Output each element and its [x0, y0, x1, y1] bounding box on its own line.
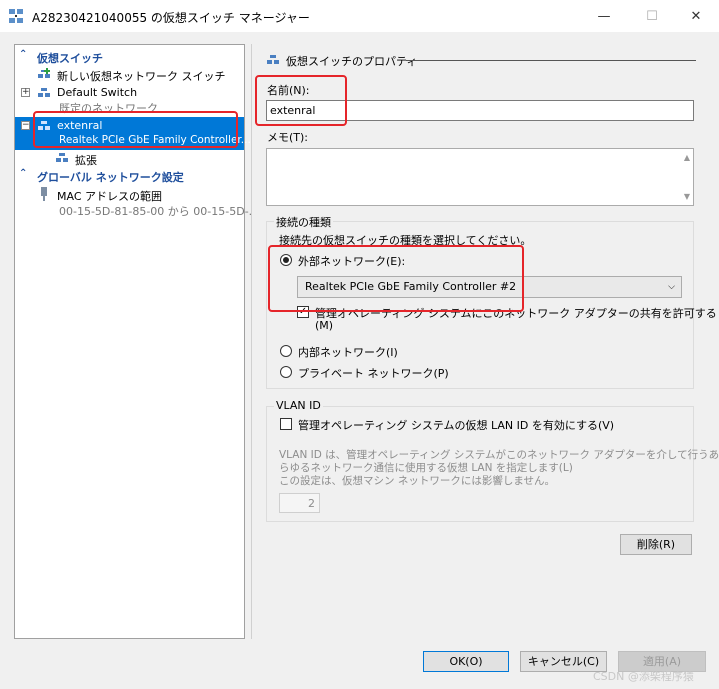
delete-button[interactable]: 削除(R): [620, 534, 692, 555]
allow-management-label-mnemonic: (M): [315, 319, 334, 332]
external-network-radio[interactable]: [280, 254, 292, 266]
vlan-id-input[interactable]: 2: [279, 493, 320, 513]
chevron-down-icon: ⌵: [668, 282, 675, 292]
tree-item-label: extenral: [57, 119, 103, 132]
tree-item-external-switch[interactable]: − extenral Realtek PCIe GbE Family Contr…: [15, 117, 251, 150]
allow-management-checkbox[interactable]: ✓: [297, 306, 309, 318]
section-label: 仮想スイッチ: [37, 52, 103, 65]
memo-label: メモ(T):: [267, 131, 309, 144]
switch-icon: [38, 88, 50, 97]
connection-type-label: 接続の種類: [274, 214, 333, 230]
header-divider: [406, 60, 696, 61]
tree-item-sublabel: 既定のネットワーク: [59, 102, 158, 115]
network-adapter-icon: [41, 187, 47, 201]
adapter-selected-value: Realtek PCIe GbE Family Controller #2: [305, 280, 517, 293]
tree-item-label: MAC アドレスの範囲: [57, 190, 162, 203]
tree-item-sublabel: 00-15-5D-81-85-00 から 00-15-5D-...: [59, 205, 260, 218]
vlan-group-label: VLAN ID: [274, 399, 323, 412]
properties-pane: 仮想スイッチのプロパティ 名前(N): メモ(T): ▲ ▼ 接続の種類 接続先…: [251, 44, 719, 639]
external-network-label: 外部ネットワーク(E):: [298, 255, 406, 268]
private-network-label: プライベート ネットワーク(P): [298, 367, 449, 380]
switch-icon: [56, 153, 68, 162]
expand-plus-icon[interactable]: +: [21, 88, 30, 97]
tree-item-new-switch[interactable]: 新しい仮想ネットワーク スイッチ: [15, 67, 244, 83]
allow-management-label: 管理オペレーティング システムにこのネットワーク アダプターの共有を許可する: [315, 307, 717, 320]
vlan-enable-label: 管理オペレーティング システムの仮想 LAN ID を有効にする(V): [298, 419, 615, 432]
section-virtual-switches[interactable]: ⌃ 仮想スイッチ: [15, 49, 244, 65]
close-button[interactable]: ✕: [673, 0, 719, 32]
scroll-down-icon[interactable]: ▼: [684, 192, 690, 201]
vlan-description-line3: この設定は、仮想マシン ネットワークには影響しません。: [279, 475, 556, 487]
tree-item-extensions[interactable]: 拡張: [15, 150, 244, 167]
switch-icon: [38, 121, 50, 130]
new-switch-icon: [38, 68, 50, 78]
tree-item-label: 新しい仮想ネットワーク スイッチ: [57, 70, 226, 83]
vlan-enable-checkbox[interactable]: [280, 418, 292, 430]
collapse-chevron-icon[interactable]: ⌃: [19, 168, 27, 179]
scroll-up-icon[interactable]: ▲: [684, 153, 690, 162]
tree-item-default-switch[interactable]: + Default Switch 既定のネットワーク: [15, 85, 244, 115]
tree-item-sublabel: Realtek PCIe GbE Family Controller...: [59, 134, 251, 146]
memo-textarea[interactable]: ▲ ▼: [266, 148, 694, 206]
name-input[interactable]: [266, 100, 694, 121]
section-label: グローバル ネットワーク設定: [37, 171, 184, 184]
tree-item-label: Default Switch: [57, 86, 138, 99]
watermark: CSDN @添柴程序猿: [593, 670, 694, 683]
collapse-minus-icon[interactable]: −: [21, 121, 30, 130]
properties-header: 仮想スイッチのプロパティ: [286, 55, 418, 68]
maximize-button[interactable]: ☐: [629, 0, 675, 32]
section-global-network[interactable]: ⌃ グローバル ネットワーク設定: [15, 168, 244, 184]
window-title: A28230421040055 の仮想スイッチ マネージャー: [32, 11, 310, 25]
ok-button[interactable]: OK(O): [423, 651, 509, 672]
tree-item-label: 拡張: [75, 154, 97, 167]
name-label: 名前(N):: [267, 84, 310, 97]
adapter-select[interactable]: Realtek PCIe GbE Family Controller #2 ⌵: [297, 276, 682, 298]
title-bar: A28230421040055 の仮想スイッチ マネージャー — ☐ ✕: [0, 0, 719, 32]
internal-network-radio[interactable]: [280, 345, 292, 357]
switch-manager-icon: [9, 9, 23, 23]
internal-network-label: 内部ネットワーク(I): [298, 346, 398, 359]
switch-tree[interactable]: ⌃ 仮想スイッチ 新しい仮想ネットワーク スイッチ + Default Swit…: [14, 44, 259, 639]
tree-item-mac-range[interactable]: MAC アドレスの範囲 00-15-5D-81-85-00 から 00-15-5…: [15, 186, 259, 218]
switch-icon: [267, 55, 279, 64]
connection-description: 接続先の仮想スイッチの種類を選択してください。: [279, 234, 532, 247]
private-network-radio[interactable]: [280, 366, 292, 378]
vlan-id-value: 2: [308, 497, 315, 510]
minimize-button[interactable]: —: [581, 0, 627, 32]
collapse-chevron-icon[interactable]: ⌃: [19, 49, 27, 60]
